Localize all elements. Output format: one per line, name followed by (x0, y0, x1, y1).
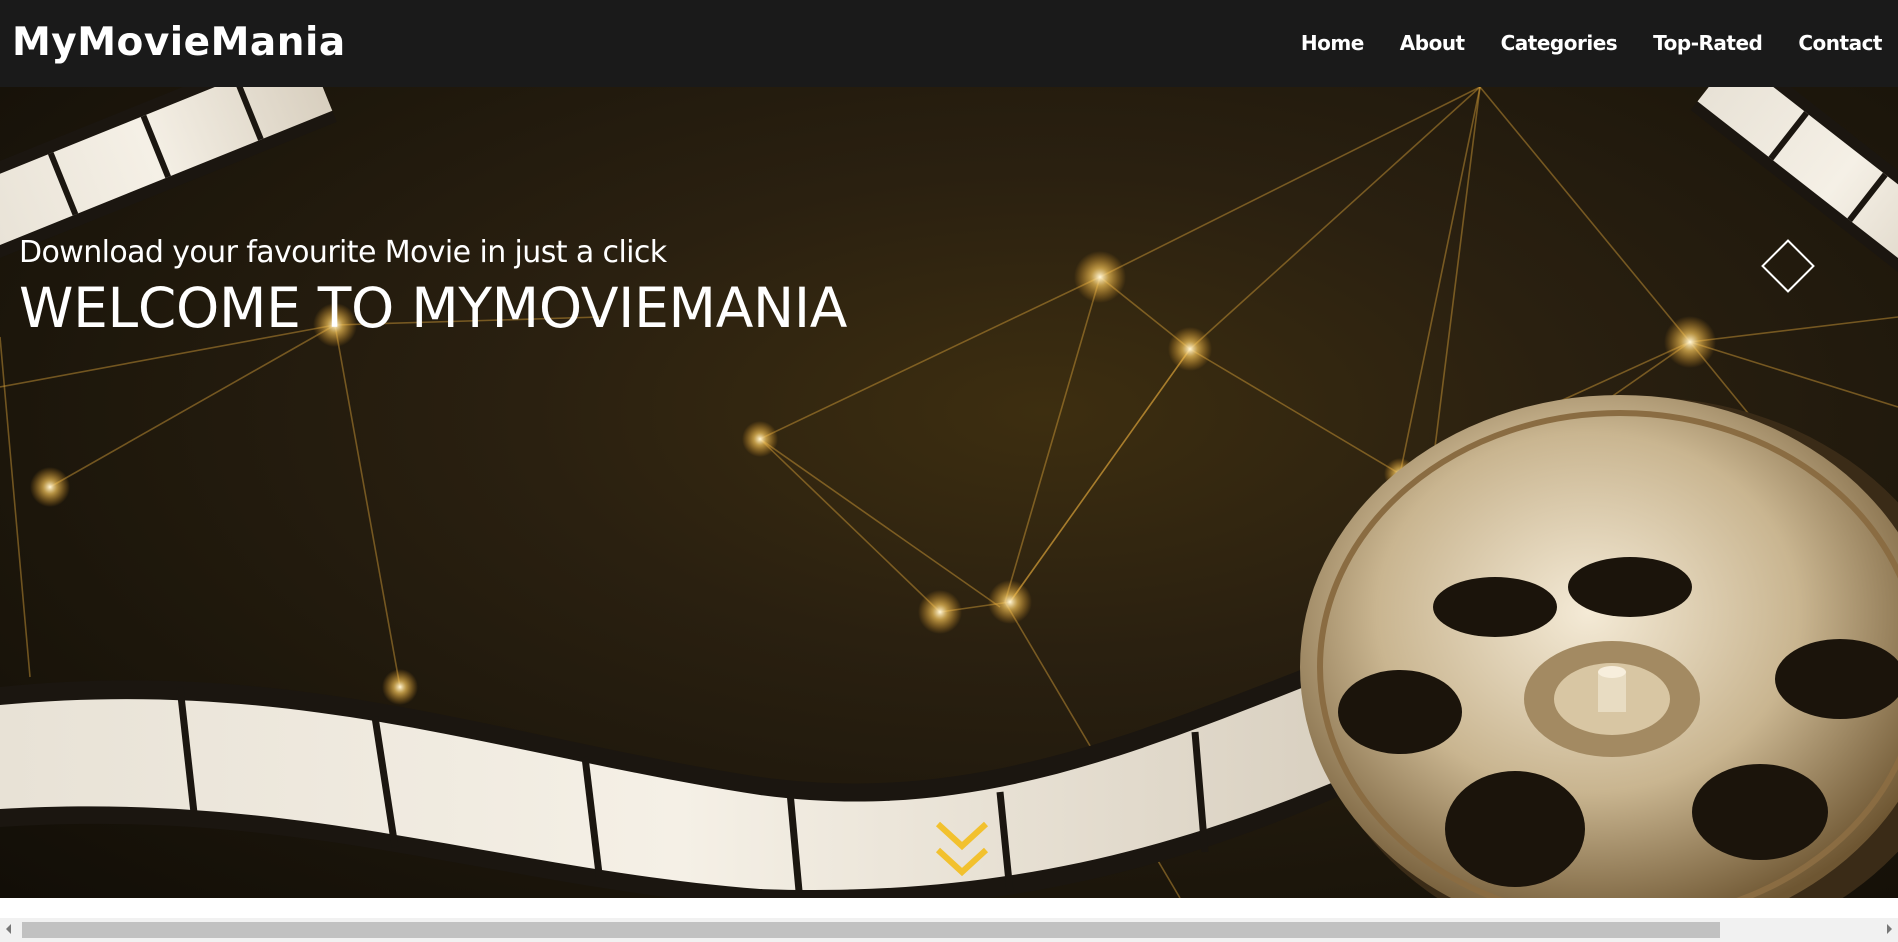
nav-contact[interactable]: Contact (1798, 28, 1882, 58)
hero-banner: Download your favourite Movie in just a … (0, 87, 1898, 898)
nav-about[interactable]: About (1400, 28, 1465, 58)
hero-background-image (0, 87, 1898, 898)
horizontal-scrollbar[interactable] (0, 918, 1898, 942)
hero-subtitle: Download your favourite Movie in just a … (19, 235, 667, 270)
nav-home[interactable]: Home (1301, 28, 1364, 58)
double-chevron-down-icon[interactable] (932, 820, 992, 882)
brand-logo[interactable]: MyMovieMania (12, 19, 346, 66)
nav-categories[interactable]: Categories (1501, 28, 1618, 58)
nav-top-rated[interactable]: Top-Rated (1653, 28, 1763, 58)
scroll-left-arrow-icon[interactable] (6, 924, 11, 934)
scroll-right-arrow-icon[interactable] (1887, 924, 1892, 934)
navbar: MyMovieMania Home About Categories Top-R… (0, 0, 1898, 87)
nav-links: Home About Categories Top-Rated Contact (1301, 28, 1883, 58)
scrollbar-thumb[interactable] (22, 922, 1720, 938)
hero-title: WELCOME TO MYMOVIEMANIA (19, 276, 848, 340)
